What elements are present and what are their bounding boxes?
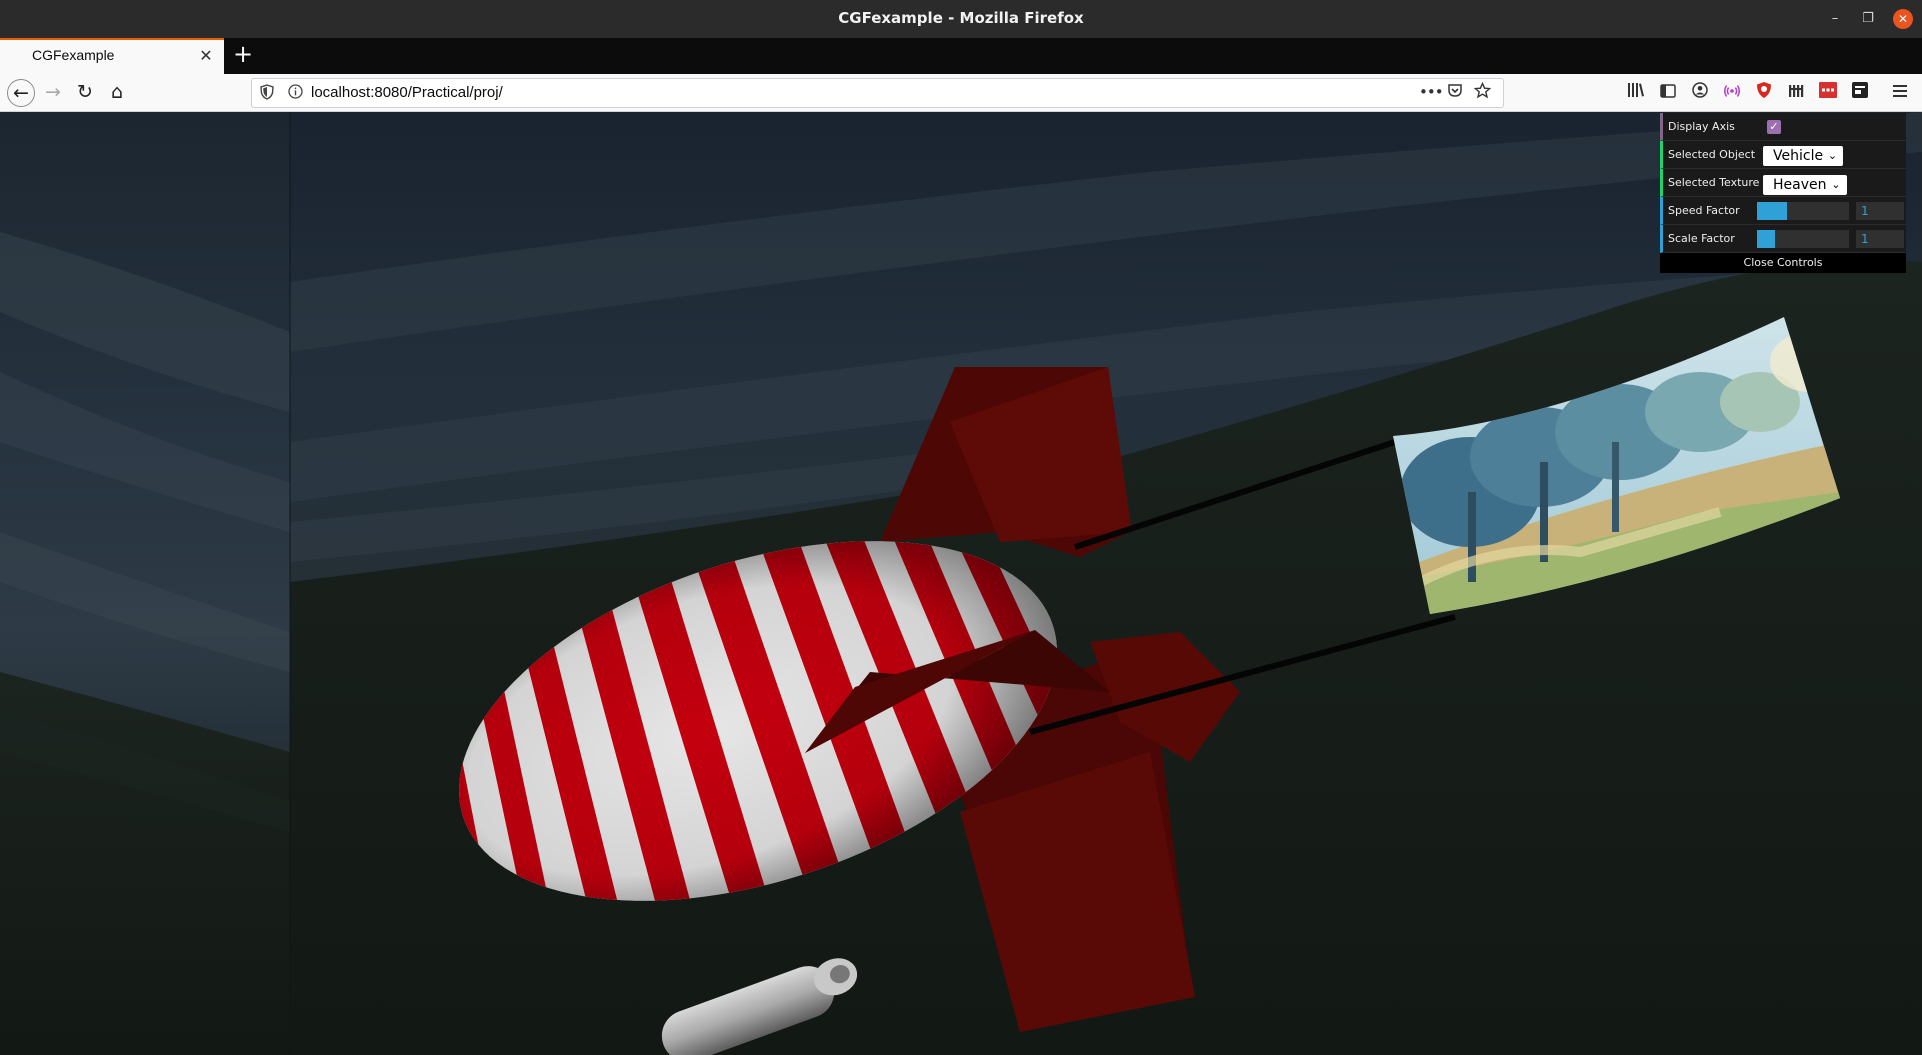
selected-texture-label: Selected Texture <box>1668 176 1760 189</box>
scale-factor-fill <box>1757 230 1776 248</box>
reload-button[interactable]: ↻ <box>71 79 99 107</box>
display-axis-row[interactable]: Display Axis ✓ <box>1660 113 1906 141</box>
webgl-canvas[interactable]: Display Axis ✓ Selected Object Vehicle ⌄… <box>0 112 1922 1055</box>
selected-texture-value: Heaven <box>1773 177 1827 193</box>
site-info-icon[interactable] <box>288 84 304 102</box>
scale-factor-input[interactable]: 1 <box>1856 230 1904 248</box>
tab-cgfexample[interactable]: CGFexample ✕ <box>0 38 224 74</box>
selected-object-value: Vehicle <box>1773 148 1824 164</box>
extension-red-icon[interactable] <box>1816 81 1840 105</box>
selected-texture-row: Selected Texture Heaven ⌄ <box>1660 169 1906 197</box>
speed-factor-row: Speed Factor 1 <box>1660 197 1906 225</box>
chevron-down-icon: ⌄ <box>1831 178 1841 191</box>
tab-strip: CGFexample ✕ + <box>0 38 1922 74</box>
scale-factor-slider[interactable] <box>1757 230 1849 248</box>
speed-factor-label: Speed Factor <box>1668 204 1740 217</box>
bookmark-star-icon[interactable] <box>1473 81 1492 104</box>
menu-icon[interactable] <box>1888 81 1912 105</box>
minimize-icon[interactable]: – <box>1825 9 1845 29</box>
library-icon[interactable] <box>1624 81 1648 105</box>
close-window-icon[interactable]: ✕ <box>1893 9 1913 29</box>
display-axis-label: Display Axis <box>1668 120 1735 133</box>
window-titlebar: CGFexample - Mozilla Firefox – ❐ ✕ <box>0 0 1922 38</box>
selected-texture-select[interactable]: Heaven ⌄ <box>1763 175 1847 195</box>
controls-panel: Display Axis ✓ Selected Object Vehicle ⌄… <box>1660 113 1906 273</box>
back-button[interactable]: ← <box>7 79 35 107</box>
speed-factor-input[interactable]: 1 <box>1856 202 1904 220</box>
tracking-shield-icon[interactable] <box>260 84 276 102</box>
tab-label: CGFexample <box>32 47 115 63</box>
selected-object-label: Selected Object <box>1668 148 1756 161</box>
extension-grid-icon[interactable] <box>1784 81 1808 105</box>
extension-dark-icon[interactable] <box>1848 81 1872 105</box>
speed-factor-slider[interactable] <box>1757 202 1849 220</box>
url-text[interactable]: localhost:8080/Practical/proj/ <box>311 84 503 101</box>
new-tab-button[interactable]: + <box>231 42 255 67</box>
extension-icon[interactable] <box>1720 81 1744 105</box>
selected-object-row: Selected Object Vehicle ⌄ <box>1660 141 1906 169</box>
chevron-down-icon: ⌄ <box>1827 149 1838 162</box>
window-title: CGFexample - Mozilla Firefox <box>838 9 1084 27</box>
maximize-icon[interactable]: ❐ <box>1858 9 1878 29</box>
close-controls-button[interactable]: Close Controls <box>1660 253 1906 273</box>
3d-scene <box>0 112 1922 1055</box>
close-tab-icon[interactable]: ✕ <box>196 46 216 66</box>
forward-button[interactable]: → <box>39 79 67 107</box>
scale-factor-label: Scale Factor <box>1668 232 1735 245</box>
scale-factor-row: Scale Factor 1 <box>1660 225 1906 253</box>
page-actions-icon[interactable]: ••• <box>1419 83 1444 101</box>
selected-object-select[interactable]: Vehicle ⌄ <box>1763 146 1844 166</box>
home-button[interactable]: ⌂ <box>103 79 131 107</box>
navigation-bar: ← → ↻ ⌂ localhost:8080/Practical/proj/ •… <box>0 74 1922 112</box>
speed-factor-fill <box>1757 202 1788 220</box>
url-bar[interactable]: localhost:8080/Practical/proj/ ••• <box>251 78 1504 108</box>
pocket-icon[interactable] <box>1447 82 1463 102</box>
sidebar-icon[interactable] <box>1656 81 1680 105</box>
display-axis-checkbox[interactable]: ✓ <box>1767 120 1781 134</box>
adblock-icon[interactable] <box>1752 81 1776 105</box>
account-icon[interactable] <box>1688 81 1712 105</box>
